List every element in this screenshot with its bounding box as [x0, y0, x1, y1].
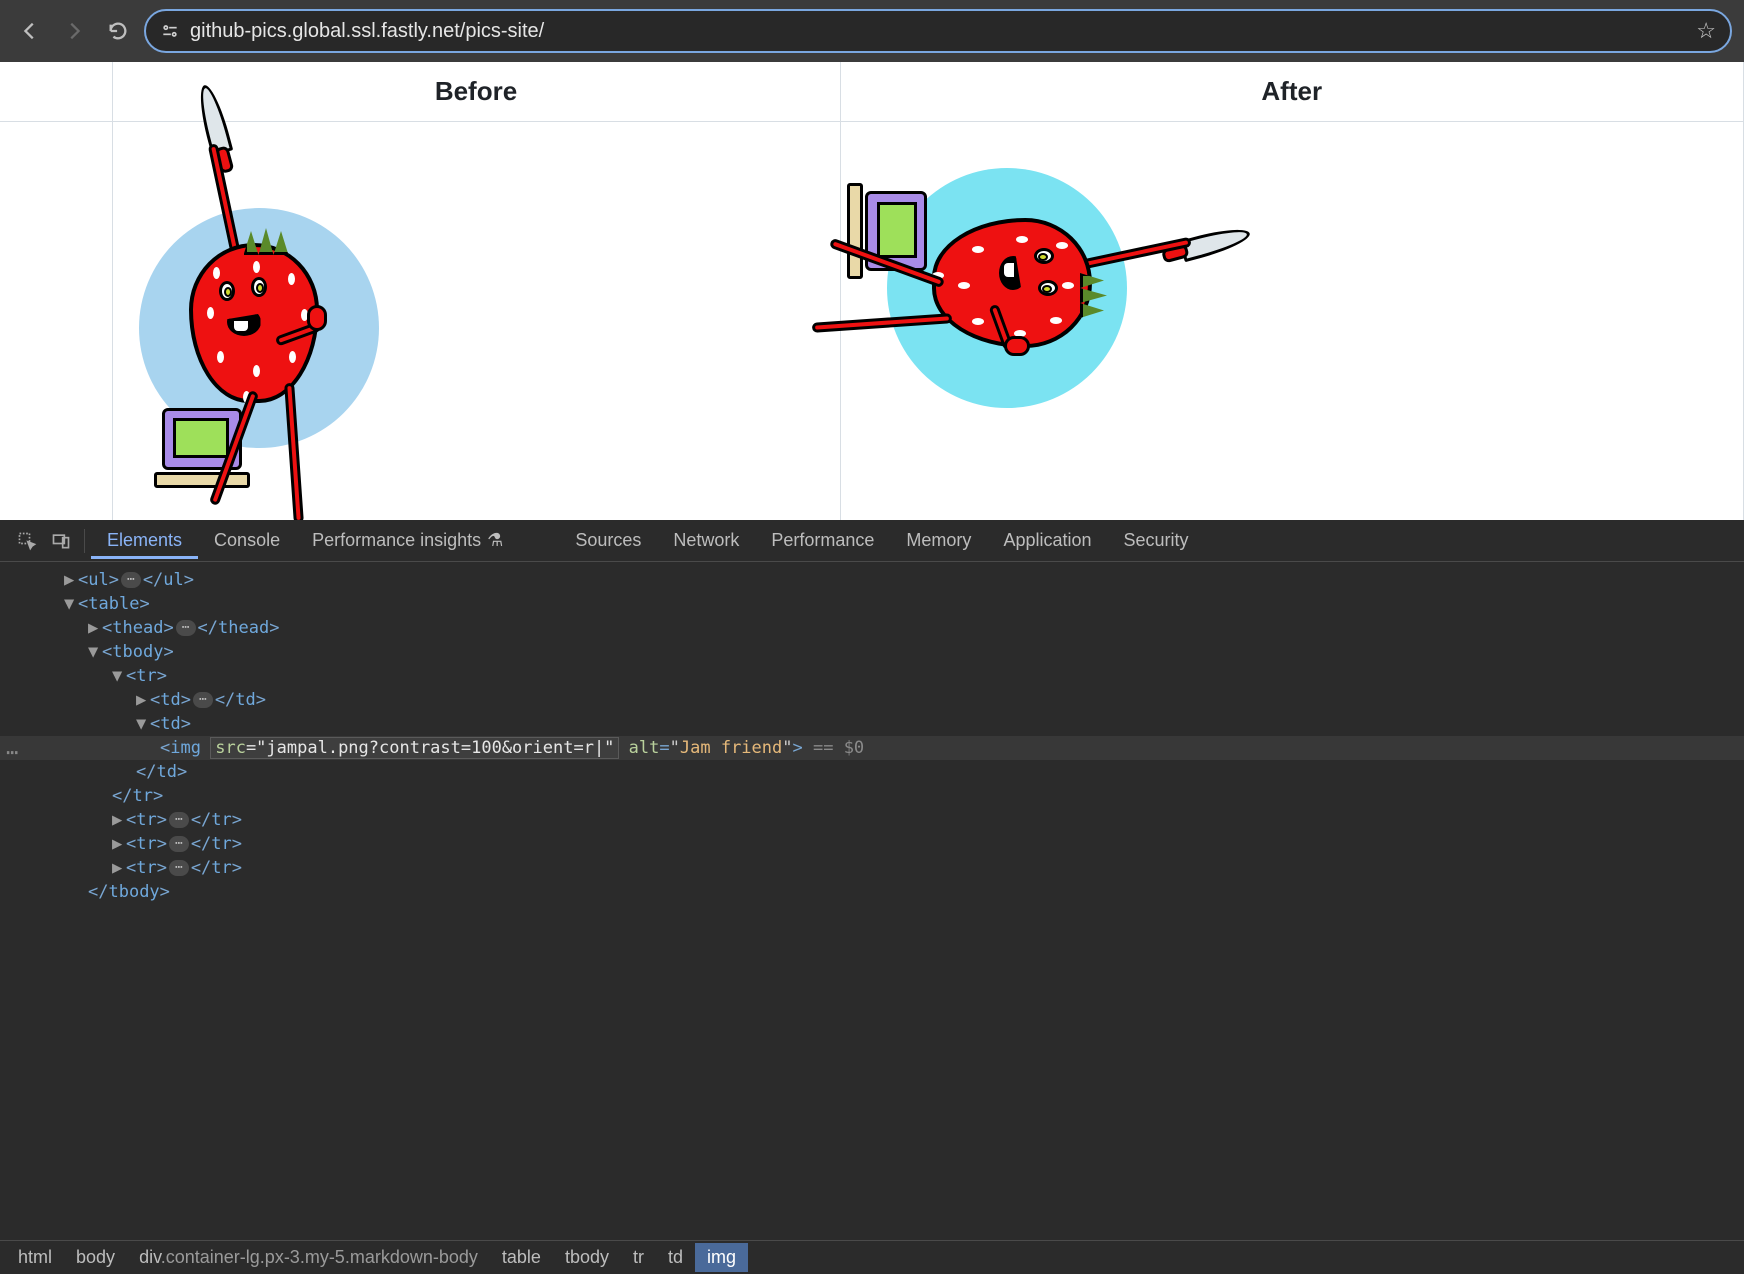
forward-button[interactable]: [56, 13, 92, 49]
after-cell: [840, 122, 1744, 521]
tab-elements[interactable]: Elements: [91, 522, 198, 559]
tab-performance-insights[interactable]: Performance insights⚗: [296, 522, 519, 559]
before-image: [129, 138, 389, 498]
back-button[interactable]: [12, 13, 48, 49]
elements-tree[interactable]: ⋯ ▶<ul>⋯</ul> ▼<table> ▶<thead>⋯</thead>…: [0, 562, 1744, 1240]
comparison-table: Before After: [0, 62, 1744, 520]
before-cell: [112, 122, 840, 521]
bookmark-star-icon[interactable]: ☆: [1696, 18, 1716, 44]
tab-performance[interactable]: Performance: [755, 522, 890, 559]
devtools-panel: Elements Console Performance insights⚗ S…: [0, 520, 1744, 1274]
after-header: After: [840, 62, 1744, 122]
overflow-gutter-icon[interactable]: ⋯: [6, 740, 20, 764]
selected-dom-node[interactable]: <img src="jampal.png?contrast=100&orient…: [0, 736, 1744, 760]
inspect-element-icon[interactable]: [10, 524, 44, 558]
device-toolbar-icon[interactable]: [44, 524, 78, 558]
tab-network[interactable]: Network: [657, 522, 755, 559]
tab-console[interactable]: Console: [198, 522, 296, 559]
url-text: github-pics.global.ssl.fastly.net/pics-s…: [190, 20, 1686, 43]
crumb-html[interactable]: html: [6, 1243, 64, 1272]
address-bar[interactable]: github-pics.global.ssl.fastly.net/pics-s…: [144, 9, 1732, 53]
row-label-cell: [0, 122, 112, 521]
crumb-table[interactable]: table: [490, 1243, 553, 1272]
tab-sources[interactable]: Sources: [559, 522, 657, 559]
reload-button[interactable]: [100, 13, 136, 49]
tab-application[interactable]: Application: [987, 522, 1107, 559]
tab-security[interactable]: Security: [1108, 522, 1205, 559]
tab-memory[interactable]: Memory: [890, 522, 987, 559]
crumb-div[interactable]: div.container-lg.px-3.my-5.markdown-body: [127, 1243, 490, 1272]
flask-icon: ⚗: [487, 530, 503, 550]
attribute-edit-input[interactable]: src="jampal.png?contrast=100&orient=r|": [211, 738, 618, 758]
crumb-td[interactable]: td: [656, 1243, 695, 1272]
crumb-img[interactable]: img: [695, 1243, 748, 1272]
crumb-body[interactable]: body: [64, 1243, 127, 1272]
crumb-tr[interactable]: tr: [621, 1243, 656, 1272]
browser-toolbar: github-pics.global.ssl.fastly.net/pics-s…: [0, 0, 1744, 62]
page-viewport: Before After: [0, 62, 1744, 520]
after-image: [837, 158, 1197, 418]
site-settings-icon[interactable]: [160, 21, 180, 41]
crumb-tbody[interactable]: tbody: [553, 1243, 621, 1272]
spacer-header: [0, 62, 112, 122]
dom-breadcrumb: html body div.container-lg.px-3.my-5.mar…: [0, 1240, 1744, 1274]
devtools-tabbar: Elements Console Performance insights⚗ S…: [0, 520, 1744, 562]
